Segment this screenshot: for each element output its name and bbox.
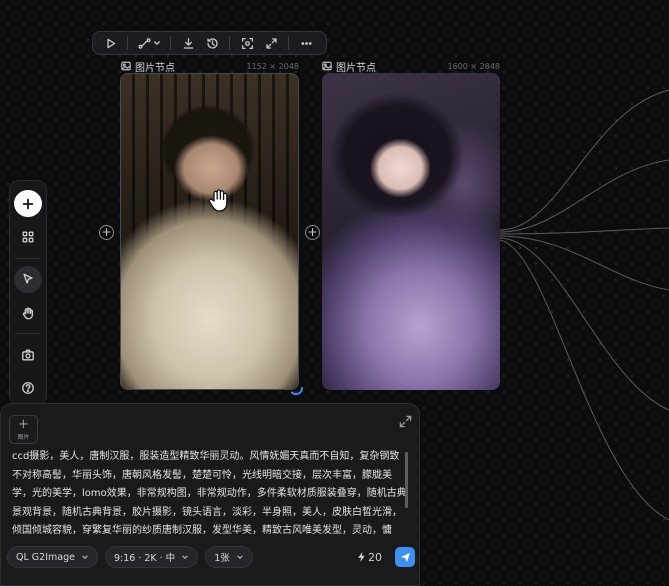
chevron-down-icon [236, 555, 243, 560]
history-icon[interactable] [201, 33, 223, 53]
ratio-select[interactable]: 9:16 · 2K · 中 [104, 546, 199, 568]
node-toolbar [92, 31, 327, 55]
credits-cost: 20 [357, 551, 382, 564]
image-node-portrait-2[interactable] [322, 73, 500, 390]
lightning-icon [358, 552, 365, 562]
pan-tool-button[interactable] [14, 299, 42, 326]
grid-icon [22, 231, 34, 243]
attach-image-button[interactable]: + 图片 [9, 415, 38, 444]
ratio-select-value: 9:16 · 2K · 中 [113, 553, 176, 564]
grid-button[interactable] [14, 223, 42, 250]
camera-icon [22, 349, 34, 361]
download-icon[interactable] [177, 33, 199, 53]
add-node-button[interactable] [14, 190, 42, 218]
prompt-composer: + 图片 ccd摄影，美人，唐制汉服，服装造型精致华丽灵动。风情妩媚天真而不自知… [0, 403, 420, 586]
prompt-scrollbar[interactable] [405, 452, 408, 508]
toolbar-divider [170, 36, 171, 50]
hand-icon [22, 307, 34, 320]
model-select-value: QL G2Image [16, 551, 75, 563]
more-icon[interactable] [295, 33, 317, 53]
node-dimensions: 1600 × 2848 [447, 61, 500, 71]
tools-divider [16, 333, 40, 335]
hand-cursor-icon [205, 186, 233, 214]
node-title: 图片节点 [135, 62, 175, 74]
tools-divider [16, 257, 40, 259]
play-icon[interactable] [99, 33, 121, 53]
chevron-down-icon [82, 555, 88, 560]
toolbar-divider [288, 36, 289, 50]
toolbar-divider [229, 36, 230, 50]
expand-button[interactable] [399, 413, 412, 428]
capture-button[interactable] [14, 341, 42, 368]
loading-spinner-icon [291, 387, 304, 396]
send-button[interactable] [395, 547, 415, 567]
select-tool-button[interactable] [14, 265, 42, 293]
fullscreen-icon[interactable] [260, 33, 282, 53]
prompt-input[interactable]: ccd摄影，美人，唐制汉服，服装造型精致华丽灵动。风情妩媚天真而不自知，复杂钢致… [12, 448, 407, 541]
chevron-down-icon [182, 555, 189, 560]
composer-controls: QL G2Image 9:16 · 2K · 中 1张 20 [7, 546, 415, 568]
credits-value: 20 [368, 550, 382, 564]
screenshot-icon[interactable] [236, 33, 258, 53]
add-input-port-icon[interactable]: + [99, 225, 114, 240]
model-select[interactable]: QL G2Image [7, 546, 98, 568]
help-icon [22, 382, 34, 395]
count-select[interactable]: 1张 [205, 546, 253, 568]
count-select-value: 1张 [214, 553, 230, 564]
help-button[interactable] [14, 375, 42, 402]
connection-lines [500, 89, 669, 520]
image-node-header: 图片节点 1600 × 2848 [322, 59, 500, 74]
branch-icon[interactable] [134, 33, 164, 53]
image-icon [121, 61, 131, 71]
attach-label: 图片 [17, 433, 30, 441]
expand-icon [399, 415, 412, 428]
node-dimensions: 1152 × 2048 [246, 61, 299, 71]
image-node-header: 图片节点 1152 × 2048 [121, 59, 299, 74]
send-icon [400, 552, 410, 562]
tools-panel [9, 180, 47, 406]
add-input-port-icon[interactable]: + [305, 225, 320, 240]
image-node-portrait-1[interactable] [120, 73, 299, 390]
pointer-icon [23, 273, 33, 284]
plus-icon: + [18, 416, 29, 432]
node-title: 图片节点 [336, 62, 376, 74]
toolbar-divider [127, 36, 128, 50]
image-icon [322, 61, 332, 71]
add-icon [22, 198, 34, 209]
